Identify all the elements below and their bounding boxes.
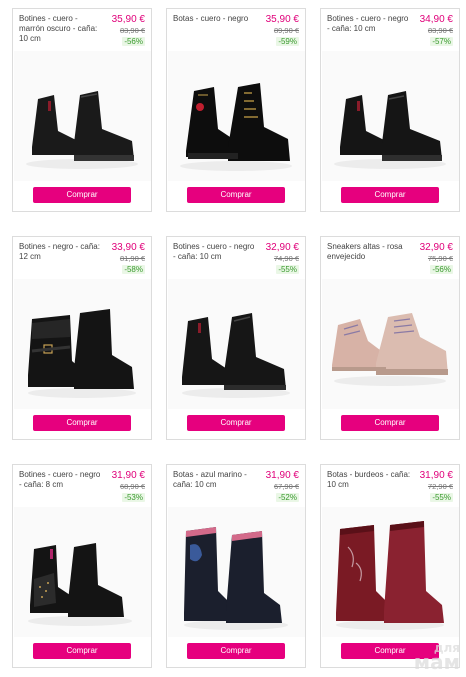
product-card[interactable]: Botines - cuero - negro - caña: 8 cm 31,… xyxy=(12,464,152,668)
product-old-price: 72,90 € xyxy=(427,482,453,491)
discount-badge: -58% xyxy=(122,265,145,274)
buy-button[interactable]: Comprar xyxy=(341,643,439,659)
discount-badge: -56% xyxy=(430,265,453,274)
product-image[interactable] xyxy=(14,279,151,409)
discount-badge: -59% xyxy=(276,37,299,46)
product-title[interactable]: Botines - negro - caña: 12 cm xyxy=(19,242,103,262)
discount-badge: -56% xyxy=(122,37,145,46)
product-price: 32,90 € xyxy=(419,242,453,253)
product-old-price: 67,90 € xyxy=(273,482,299,491)
product-old-price: 74,90 € xyxy=(273,254,299,263)
product-old-price: 68,90 € xyxy=(119,482,145,491)
buy-button[interactable]: Comprar xyxy=(187,187,285,203)
product-price: 35,90 € xyxy=(265,14,299,25)
buy-button[interactable]: Comprar xyxy=(187,643,285,659)
product-title[interactable]: Botas - cuero - negro xyxy=(173,14,257,24)
discount-badge: -55% xyxy=(276,265,299,274)
product-image[interactable] xyxy=(322,507,459,637)
boot-icon xyxy=(26,91,138,169)
product-price: 31,90 € xyxy=(419,470,453,481)
product-card[interactable]: Botines - negro - caña: 12 cm 33,90 € 81… xyxy=(12,236,152,440)
product-card[interactable]: Botas - azul marino - caña: 10 cm 31,90 … xyxy=(166,464,306,668)
buy-button[interactable]: Comprar xyxy=(341,415,439,431)
product-price: 32,90 € xyxy=(265,242,299,253)
buy-button[interactable]: Comprar xyxy=(341,187,439,203)
product-old-price: 81,90 € xyxy=(119,254,145,263)
product-old-price: 75,90 € xyxy=(427,254,453,263)
discount-badge: -55% xyxy=(430,493,453,502)
product-title[interactable]: Botines - cuero - marrón oscuro - caña: … xyxy=(19,14,103,44)
boot-icon xyxy=(184,527,288,630)
product-title[interactable]: Botines - cuero - negro - caña: 10 cm xyxy=(173,242,257,262)
buy-button[interactable]: Comprar xyxy=(33,187,131,203)
product-title[interactable]: Botines - cuero - negro - caña: 10 cm xyxy=(327,14,411,34)
discount-badge: -57% xyxy=(430,37,453,46)
boot-icon xyxy=(28,309,136,398)
product-price: 33,90 € xyxy=(111,242,145,253)
product-card[interactable]: Botines - cuero - negro - caña: 10 cm 32… xyxy=(166,236,306,440)
discount-badge: -53% xyxy=(122,493,145,502)
product-card[interactable]: Botines - cuero - negro - caña: 10 cm 34… xyxy=(320,8,460,212)
product-image[interactable] xyxy=(14,507,151,637)
product-image[interactable] xyxy=(322,51,459,181)
buy-button[interactable]: Comprar xyxy=(187,415,285,431)
product-old-price: 89,90 € xyxy=(273,26,299,35)
product-image[interactable] xyxy=(168,507,305,637)
product-image[interactable] xyxy=(322,279,459,409)
product-old-price: 83,90 € xyxy=(119,26,145,35)
product-card[interactable]: Botas - burdeos - caña: 10 cm 31,90 € 72… xyxy=(320,464,460,668)
sneaker-icon xyxy=(332,313,448,386)
discount-badge: -52% xyxy=(276,493,299,502)
product-price: 34,90 € xyxy=(419,14,453,25)
product-title[interactable]: Botas - burdeos - caña: 10 cm xyxy=(327,470,411,490)
boot-icon xyxy=(28,543,132,626)
product-price: 31,90 € xyxy=(111,470,145,481)
buy-button[interactable]: Comprar xyxy=(33,415,131,431)
product-title[interactable]: Sneakers altas - rosa envejecido xyxy=(327,242,411,262)
product-image[interactable] xyxy=(14,51,151,181)
product-price: 35,90 € xyxy=(111,14,145,25)
product-image[interactable] xyxy=(168,279,305,409)
product-old-price: 83,90 € xyxy=(427,26,453,35)
product-title[interactable]: Botas - azul marino - caña: 10 cm xyxy=(173,470,257,490)
product-card[interactable]: Sneakers altas - rosa envejecido 32,90 €… xyxy=(320,236,460,440)
product-title[interactable]: Botines - cuero - negro - caña: 8 cm xyxy=(19,470,103,490)
product-card[interactable]: Botas - cuero - negro 35,90 € 89,90 € -5… xyxy=(166,8,306,212)
product-price: 31,90 € xyxy=(265,470,299,481)
boot-icon xyxy=(180,83,292,171)
buy-button[interactable]: Comprar xyxy=(33,643,131,659)
product-image[interactable] xyxy=(168,51,305,181)
product-card[interactable]: Botines - cuero - marrón oscuro - caña: … xyxy=(12,8,152,212)
boot-icon xyxy=(334,91,446,169)
product-grid: Botines - cuero - marrón oscuro - caña: … xyxy=(0,0,466,677)
boot-icon xyxy=(182,313,290,398)
boot-icon xyxy=(336,521,444,630)
